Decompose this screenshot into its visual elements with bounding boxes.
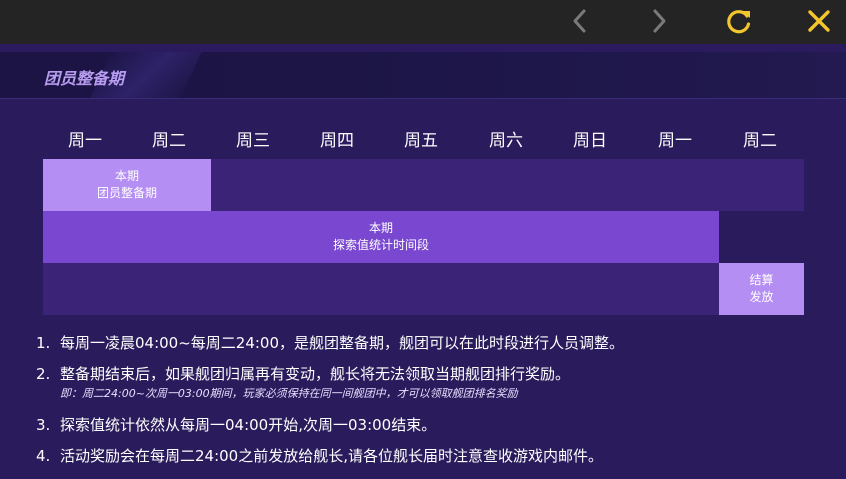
rule-number: 3. xyxy=(36,416,51,434)
day-label: 周一 xyxy=(68,131,102,151)
day-label: 周日 xyxy=(573,131,607,151)
info-panel: 团员整备期 周一 周二 周三 周四 周五 周六 周日 周一 周二 本期 团员整备… xyxy=(0,52,846,479)
block-label: 本期 xyxy=(114,169,139,183)
block-label: 本期 xyxy=(368,221,393,235)
rule-subnote: 即：周二24:00~次周一03:00期间，玩家必须保持在同一间舰团中，才可以领取… xyxy=(60,387,518,400)
weekday-header: 周一 周二 周三 周四 周五 周六 周日 周一 周二 xyxy=(43,126,804,151)
stats-gap xyxy=(719,211,804,263)
header-divider xyxy=(0,44,846,52)
day-label: 周五 xyxy=(404,131,438,151)
block-label: 发放 xyxy=(749,290,774,304)
panel-header: 团员整备期 xyxy=(0,52,846,99)
reward-block: 结算 发放 xyxy=(719,263,804,315)
rule-text: 每周一凌晨04:00~每周二24:00，是舰团整备期，舰团可以在此时段进行人员调… xyxy=(60,334,625,352)
prep-period-block: 本期 团员整备期 xyxy=(43,159,211,211)
day-label: 周二 xyxy=(743,131,777,151)
rule-item: 3. 探索值统计依然从每周一04:00开始,次周一03:00结束。 xyxy=(36,414,436,435)
timeline-row-reward: 结算 发放 xyxy=(43,263,804,315)
rule-text: 活动奖励会在每周二24:00之前发放给舰长,请各位舰长届时注意查收游戏内邮件。 xyxy=(60,447,603,465)
stats-period-block: 本期 探索值统计时间段 xyxy=(43,211,719,263)
block-label: 团员整备期 xyxy=(96,186,157,200)
rule-number: 2. xyxy=(36,365,51,383)
rule-number: 1. xyxy=(36,334,51,352)
rule-number: 4. xyxy=(36,447,51,465)
close-button[interactable] xyxy=(804,6,834,36)
day-label: 周一 xyxy=(658,131,692,151)
day-label: 周二 xyxy=(152,131,186,151)
day-label: 周三 xyxy=(236,131,270,151)
refresh-icon xyxy=(727,10,751,34)
back-button[interactable] xyxy=(565,6,595,36)
close-icon xyxy=(808,10,830,32)
top-bar xyxy=(0,0,846,44)
timeline-row-stats: 本期 探索值统计时间段 xyxy=(43,211,804,263)
block-label: 结算 xyxy=(749,273,774,287)
timeline-row-prep: 本期 团员整备期 xyxy=(43,159,804,211)
rule-text: 整备期结束后，如果舰团归属再有变动，舰长将无法领取当期舰团排行奖励。 xyxy=(60,365,571,383)
day-label: 周六 xyxy=(489,131,523,151)
rule-item: 2. 整备期结束后，如果舰团归属再有变动，舰长将无法领取当期舰团排行奖励。 xyxy=(36,363,570,384)
chevron-right-icon xyxy=(653,9,666,33)
forward-button[interactable] xyxy=(644,6,674,36)
rule-item: 1. 每周一凌晨04:00~每周二24:00，是舰团整备期，舰团可以在此时段进行人… xyxy=(36,332,624,353)
block-label: 探索值统计时间段 xyxy=(332,238,429,252)
chevron-left-icon xyxy=(573,9,586,33)
refresh-button[interactable] xyxy=(724,6,754,36)
panel-title: 团员整备期 xyxy=(44,69,125,88)
day-label: 周四 xyxy=(320,131,354,151)
rule-text: 探索值统计依然从每周一04:00开始,次周一03:00结束。 xyxy=(60,416,437,434)
rule-item: 4. 活动奖励会在每周二24:00之前发放给舰长,请各位舰长届时注意查收游戏内邮件… xyxy=(36,445,603,466)
